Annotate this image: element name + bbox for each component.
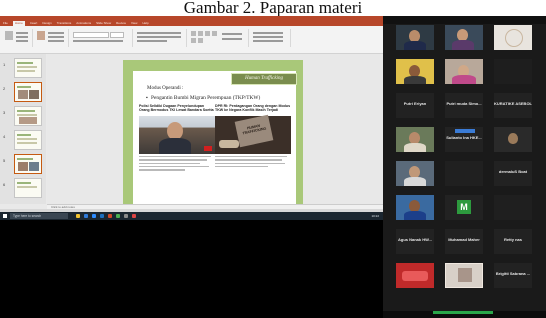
news-article-left: Polisi Selidiki Dugaan Penyelundupan Ora…	[139, 104, 215, 200]
windows-start-icon[interactable]	[3, 214, 7, 218]
new-slide-icon[interactable]	[37, 31, 45, 40]
participant-video[interactable]	[494, 127, 532, 152]
participant-video[interactable]	[445, 59, 483, 84]
participant-tile[interactable]: KURATIKE ASEBOL...	[494, 93, 532, 118]
taskbar-search-input[interactable]: Type here to search	[10, 213, 68, 219]
participant-video[interactable]	[494, 59, 532, 84]
participant-video[interactable]	[396, 195, 434, 220]
zoom-status-indicator	[433, 311, 493, 314]
participant-video[interactable]	[396, 161, 434, 186]
thumbnail-number: 5	[3, 158, 6, 163]
thumbnail-number: 6	[3, 182, 6, 187]
participant-video[interactable]	[445, 263, 483, 288]
zoom-top-bar	[383, 16, 546, 24]
drawing-group	[188, 29, 249, 47]
thumbnail-number: 2	[3, 86, 6, 91]
participant-tile[interactable]: M	[445, 195, 483, 220]
slide-thumbnail[interactable]	[14, 178, 42, 198]
slide-thumbnail-pane[interactable]: 1 2 3 4 5 6	[0, 54, 46, 204]
participant-video[interactable]	[396, 25, 434, 50]
thumbnail-number: 4	[3, 134, 6, 139]
word-icon[interactable]	[100, 214, 104, 218]
participant-name: Brigitti Sabrana ...	[495, 271, 531, 276]
slide-thumbnail[interactable]	[14, 106, 42, 126]
participant-tile[interactable]: Brigitti Sabrana ...	[494, 263, 532, 288]
participant-video[interactable]	[396, 59, 434, 84]
topic-tag: Human Trafficking	[231, 73, 297, 85]
zoom-icon[interactable]	[92, 214, 96, 218]
participant-video[interactable]	[396, 263, 434, 288]
participant-name: KURATIKE ASEBOL...	[494, 101, 532, 106]
shape-icon[interactable]	[191, 31, 196, 36]
font-group	[70, 29, 133, 47]
participant-video[interactable]	[396, 127, 434, 152]
slide-subtitle: Pengantin Bumbi Migran Perempuan (TKP/TK…	[151, 95, 261, 101]
shape-icon[interactable]	[198, 31, 203, 36]
participant-tile[interactable]: dermaluS Boat	[494, 161, 532, 186]
slide-thumbnail[interactable]	[14, 154, 42, 174]
news-article-right: DPR RI: Perdagangan Orang dengan Modus T…	[215, 104, 291, 200]
current-slide[interactable]: Human Trafficking Modus Operandi : ▪ Pen…	[123, 60, 303, 208]
shape-icon[interactable]	[191, 38, 196, 43]
slide-thumbnail-selected[interactable]	[14, 82, 42, 102]
participant-name: Putri Eriyan	[403, 101, 427, 106]
chrome-icon[interactable]	[116, 214, 120, 218]
participant-tile[interactable]: Putri Eriyan	[396, 93, 434, 118]
figure-caption: Gambar 2. Paparan materi	[183, 0, 363, 16]
participant-tile[interactable]: Muhamad Maher	[445, 229, 483, 254]
article-photo	[139, 115, 215, 154]
font-size-box[interactable]	[110, 32, 124, 38]
participant-name: Muhamad Maher	[448, 237, 480, 242]
slide-thumbnail[interactable]	[14, 58, 42, 78]
clipboard-group	[2, 29, 33, 47]
paste-icon[interactable]	[5, 31, 13, 40]
participant-video[interactable]	[445, 161, 483, 186]
spotlight-badge	[455, 129, 475, 133]
settings-icon[interactable]	[124, 214, 128, 218]
participant-avatar: M	[457, 200, 471, 214]
windows-taskbar: Type here to search 10:22	[0, 212, 383, 220]
participant-name: Agus Nanak HW...	[397, 237, 432, 242]
human-trafficking-photo: HUMAN TRAFFICKING	[215, 114, 291, 154]
file-explorer-icon[interactable]	[76, 214, 80, 218]
shape-icon[interactable]	[205, 31, 210, 36]
slide-title: Modus Operandi :	[147, 86, 184, 91]
font-name-box[interactable]	[73, 32, 109, 38]
participant-name: dermaluS Boat	[498, 169, 528, 174]
shape-icon[interactable]	[212, 31, 217, 36]
thumbnail-number: 1	[3, 62, 6, 67]
participant-name: Retty nas	[503, 237, 522, 242]
participant-video[interactable]	[445, 25, 483, 50]
thumbnail-number: 3	[3, 110, 6, 115]
slide-thumbnail[interactable]	[14, 130, 42, 150]
participant-name: Putri muda Simo...	[446, 101, 482, 106]
shape-icon[interactable]	[198, 38, 203, 43]
participant-tile[interactable]: Putri muda Simo...	[445, 93, 483, 118]
participant-tile[interactable]: Retty nas	[494, 229, 532, 254]
slide-content: Human Trafficking Modus Operandi : ▪ Pen…	[133, 71, 297, 204]
screenshot: File Home Insert Design Transitions Anim…	[0, 16, 546, 318]
participant-tile[interactable]: Sulianto Ina HKE...	[445, 127, 483, 152]
app-icon[interactable]	[132, 214, 136, 218]
participant-name: Sulianto Ina HKE...	[446, 135, 482, 140]
bullet-icon: ▪	[146, 95, 148, 101]
editing-group	[250, 29, 291, 47]
powerpoint-window: File Home Insert Design Transitions Anim…	[0, 16, 383, 213]
slide-editor[interactable]: Human Trafficking Modus Operandi : ▪ Pen…	[47, 54, 383, 208]
zoom-gallery: Putri Eriyan Putri muda Simo... KURATIKE…	[383, 16, 546, 318]
article-headline: DPR RI: Perdagangan Orang dengan Modus T…	[215, 104, 291, 113]
taskbar-clock: 10:22	[371, 214, 379, 218]
ribbon	[0, 26, 383, 54]
slides-group	[34, 29, 69, 47]
participant-tile[interactable]: Agus Nanak HW...	[396, 229, 434, 254]
paragraph-group	[134, 29, 187, 47]
participant-video[interactable]	[494, 195, 532, 220]
edge-icon[interactable]	[84, 214, 88, 218]
participant-video[interactable]	[494, 25, 532, 50]
article-headline: Polisi Selidiki Dugaan Penyelundupan Ora…	[139, 104, 214, 113]
powerpoint-icon[interactable]	[108, 214, 112, 218]
